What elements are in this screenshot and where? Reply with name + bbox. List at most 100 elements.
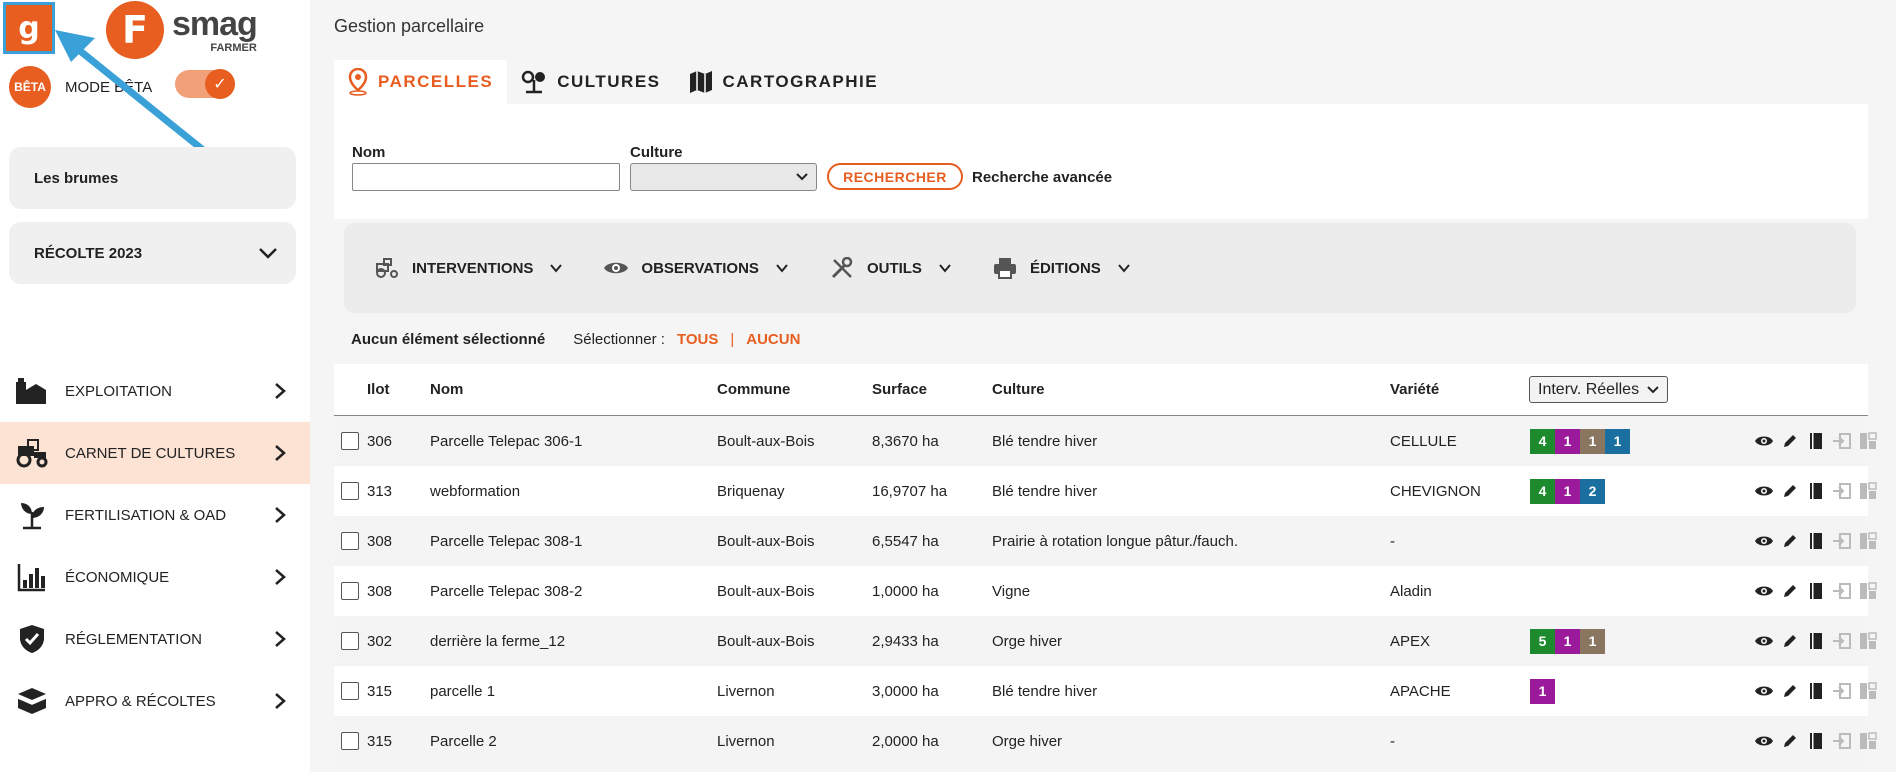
intervention-count-badge[interactable]: 4 xyxy=(1530,478,1555,504)
intervention-count-badge[interactable]: 1 xyxy=(1555,478,1580,504)
select-all-link[interactable]: TOUS xyxy=(677,331,718,348)
split-icon[interactable] xyxy=(1858,731,1878,751)
edit-icon[interactable] xyxy=(1780,631,1800,651)
row-checkbox[interactable] xyxy=(341,516,359,566)
split-icon[interactable] xyxy=(1858,431,1878,451)
cell-nom[interactable]: parcelle 1 xyxy=(430,666,495,716)
table-row[interactable]: 302 derrière la ferme_12 Boult-aux-Bois 2,9… xyxy=(334,616,1877,666)
notebook-icon[interactable] xyxy=(1806,481,1826,501)
sidebar-item-fertilisation[interactable]: FERTILISATION & OAD xyxy=(0,484,310,546)
cell-nom[interactable]: Parcelle Telepac 308-1 xyxy=(430,516,582,566)
sidebar-item-carnet-de-cultures[interactable]: CARNET DE CULTURES xyxy=(0,422,310,484)
intervention-count-badge[interactable]: 1 xyxy=(1605,428,1630,454)
view-icon[interactable] xyxy=(1754,581,1774,601)
view-icon[interactable] xyxy=(1754,431,1774,451)
notebook-icon[interactable] xyxy=(1806,681,1826,701)
notebook-icon[interactable] xyxy=(1806,631,1826,651)
intervention-count-badge[interactable]: 1 xyxy=(1530,678,1555,704)
app-switcher-button[interactable]: g xyxy=(3,2,55,54)
edit-icon[interactable] xyxy=(1780,531,1800,551)
view-icon[interactable] xyxy=(1754,531,1774,551)
tab-parcelles[interactable]: PARCELLES xyxy=(334,60,508,104)
row-checkbox[interactable] xyxy=(341,416,359,466)
notebook-icon[interactable] xyxy=(1806,531,1826,551)
edit-icon[interactable] xyxy=(1780,681,1800,701)
sidebar-item-exploitation[interactable]: EXPLOITATION xyxy=(0,360,310,422)
cell-nom[interactable]: Parcelle Telepac 308-2 xyxy=(430,566,582,616)
intervention-count-badge[interactable]: 1 xyxy=(1555,428,1580,454)
intervention-count-badge[interactable]: 2 xyxy=(1580,478,1605,504)
view-icon[interactable] xyxy=(1754,681,1774,701)
table-row[interactable]: 315 parcelle 1 Livernon 3,0000 ha Blé tendre… xyxy=(334,666,1877,716)
import-icon[interactable] xyxy=(1832,431,1852,451)
select-none-link[interactable]: AUCUN xyxy=(746,331,800,348)
tab-cultures[interactable]: CULTURES xyxy=(507,60,674,104)
culture-select[interactable] xyxy=(630,163,817,191)
view-icon[interactable] xyxy=(1754,631,1774,651)
edit-icon[interactable] xyxy=(1780,481,1800,501)
intervention-badges: 1 xyxy=(1530,666,1555,716)
row-checkbox[interactable] xyxy=(341,566,359,616)
intervention-count-badge[interactable]: 1 xyxy=(1580,428,1605,454)
cell-nom[interactable]: derrière la ferme_12 xyxy=(430,616,565,666)
cell-nom[interactable]: webformation xyxy=(430,466,520,516)
table-row[interactable]: 313 webformation Briquenay 16,9707 ha Blé te… xyxy=(334,466,1877,516)
outils-menu[interactable]: OUTILS xyxy=(829,257,952,279)
edit-icon[interactable] xyxy=(1780,431,1800,451)
interventions-menu[interactable]: INTERVENTIONS xyxy=(374,257,563,279)
col-commune[interactable]: Commune xyxy=(717,364,790,415)
edit-icon[interactable] xyxy=(1780,731,1800,751)
table-row[interactable]: 308 Parcelle Telepac 308-2 Boult-aux-Bois 1… xyxy=(334,566,1877,616)
intervention-count-badge[interactable]: 5 xyxy=(1530,628,1555,654)
import-icon[interactable] xyxy=(1832,481,1852,501)
intervention-count-badge[interactable]: 1 xyxy=(1580,628,1605,654)
observations-menu[interactable]: OBSERVATIONS xyxy=(603,257,789,279)
cell-nom[interactable]: Parcelle Telepac 306-1 xyxy=(430,416,582,466)
split-icon[interactable] xyxy=(1858,631,1878,651)
row-checkbox[interactable] xyxy=(341,716,359,766)
editions-menu[interactable]: ÉDITIONS xyxy=(992,257,1131,279)
notebook-icon[interactable] xyxy=(1806,431,1826,451)
import-icon[interactable] xyxy=(1832,581,1852,601)
intervention-count-badge[interactable]: 1 xyxy=(1555,628,1580,654)
sidebar-item-appro-recoltes[interactable]: APPRO & RÉCOLTES xyxy=(0,670,310,732)
split-icon[interactable] xyxy=(1858,481,1878,501)
advanced-search-link[interactable]: Recherche avancée xyxy=(972,169,1112,186)
tractor-icon xyxy=(12,435,52,471)
col-surface[interactable]: Surface xyxy=(872,364,927,415)
interv-filter-select[interactable]: Interv. Réelles xyxy=(1529,364,1669,415)
beta-mode-toggle[interactable]: ✓ xyxy=(175,69,235,99)
col-variete[interactable]: Variété xyxy=(1390,364,1439,415)
notebook-icon[interactable] xyxy=(1806,731,1826,751)
intervention-count-badge[interactable]: 4 xyxy=(1530,428,1555,454)
col-culture[interactable]: Culture xyxy=(992,364,1045,415)
view-icon[interactable] xyxy=(1754,481,1774,501)
table-row[interactable]: 308 Parcelle Telepac 308-1 Boult-aux-Bois 6… xyxy=(334,516,1877,566)
split-icon[interactable] xyxy=(1858,531,1878,551)
col-nom[interactable]: Nom xyxy=(430,364,463,415)
edit-icon[interactable] xyxy=(1780,581,1800,601)
sidebar-item-economique[interactable]: ÉCONOMIQUE xyxy=(0,546,310,608)
row-checkbox[interactable] xyxy=(341,466,359,516)
farm-selector[interactable]: Les brumes xyxy=(9,147,296,209)
harvest-selector[interactable]: RÉCOLTE 2023 xyxy=(9,222,296,284)
split-icon[interactable] xyxy=(1858,581,1878,601)
table-row[interactable]: 315 Parcelle 2 Livernon 2,0000 ha Orge hiver… xyxy=(334,716,1877,766)
tab-cartographie[interactable]: CARTOGRAPHIE xyxy=(675,60,893,104)
row-checkbox[interactable] xyxy=(341,616,359,666)
row-checkbox[interactable] xyxy=(341,666,359,716)
import-icon[interactable] xyxy=(1832,631,1852,651)
view-icon[interactable] xyxy=(1754,731,1774,751)
split-icon[interactable] xyxy=(1858,681,1878,701)
search-button[interactable]: RECHERCHER xyxy=(827,163,963,190)
sidebar-item-reglementation[interactable]: RÉGLEMENTATION xyxy=(0,608,310,670)
name-search-input[interactable] xyxy=(352,163,620,191)
table-row[interactable]: 306 Parcelle Telepac 306-1 Boult-aux-Bois 8… xyxy=(334,416,1877,466)
import-icon[interactable] xyxy=(1832,531,1852,551)
col-ilot[interactable]: Ilot xyxy=(367,364,390,415)
import-icon[interactable] xyxy=(1832,681,1852,701)
cell-nom[interactable]: Parcelle 2 xyxy=(430,716,497,766)
notebook-icon[interactable] xyxy=(1806,581,1826,601)
cell-surface: 1,0000 ha xyxy=(872,582,939,600)
import-icon[interactable] xyxy=(1832,731,1852,751)
